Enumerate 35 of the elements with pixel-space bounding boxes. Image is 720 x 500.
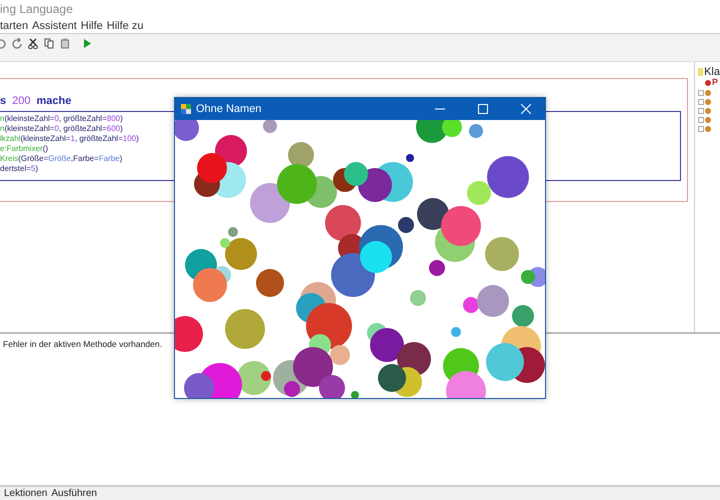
maximize-icon[interactable] (478, 104, 488, 114)
redo-icon[interactable] (12, 38, 22, 49)
menu-item[interactable]: Assistent (32, 18, 77, 33)
tab[interactable]: Ausführen (51, 487, 97, 500)
copy-icon[interactable] (44, 38, 54, 49)
dot-icon (705, 98, 711, 104)
tree-item[interactable]: P (712, 76, 718, 90)
code-line: Kreis(Größe=Größe,Farbe=Farbe) (0, 154, 124, 164)
code-token: mache (36, 94, 72, 107)
menu-item[interactable]: Hilfe zu (106, 18, 144, 33)
code-token: 200 (12, 94, 30, 107)
tab[interactable]: Lektionen (4, 487, 48, 500)
undo-icon[interactable] (0, 38, 6, 49)
paste-icon[interactable] (60, 38, 70, 49)
dot-icon (705, 116, 711, 122)
code-line: n(kleinsteZahl=0, größteZahl=600) (0, 124, 124, 134)
cut-icon[interactable] (28, 38, 38, 49)
tree-title: Kla (704, 64, 720, 78)
window-title: Ohne Namen (196, 102, 262, 117)
code-line: e:Farbmixer() (0, 144, 50, 154)
dot-icon (705, 90, 711, 96)
menu-item[interactable]: tarten (0, 18, 28, 33)
dot-icon (705, 80, 711, 86)
folder-icon (698, 68, 704, 76)
play-icon[interactable] (82, 38, 92, 49)
code-line: lkzahl(kleinsteZahl=1, größteZahl=100) (0, 134, 140, 144)
code-line: dertstel=5) (0, 164, 40, 174)
window-title: ing Language (0, 1, 74, 18)
code-token: s (0, 94, 6, 107)
app-icon (181, 104, 191, 114)
dot-icon (705, 126, 711, 132)
menu-item[interactable]: Hilfe (80, 18, 103, 33)
dot-icon (705, 108, 711, 114)
close-icon[interactable] (521, 104, 531, 114)
code-line: n(kleinsteZahl=0, größteZahl=800) (0, 114, 124, 124)
